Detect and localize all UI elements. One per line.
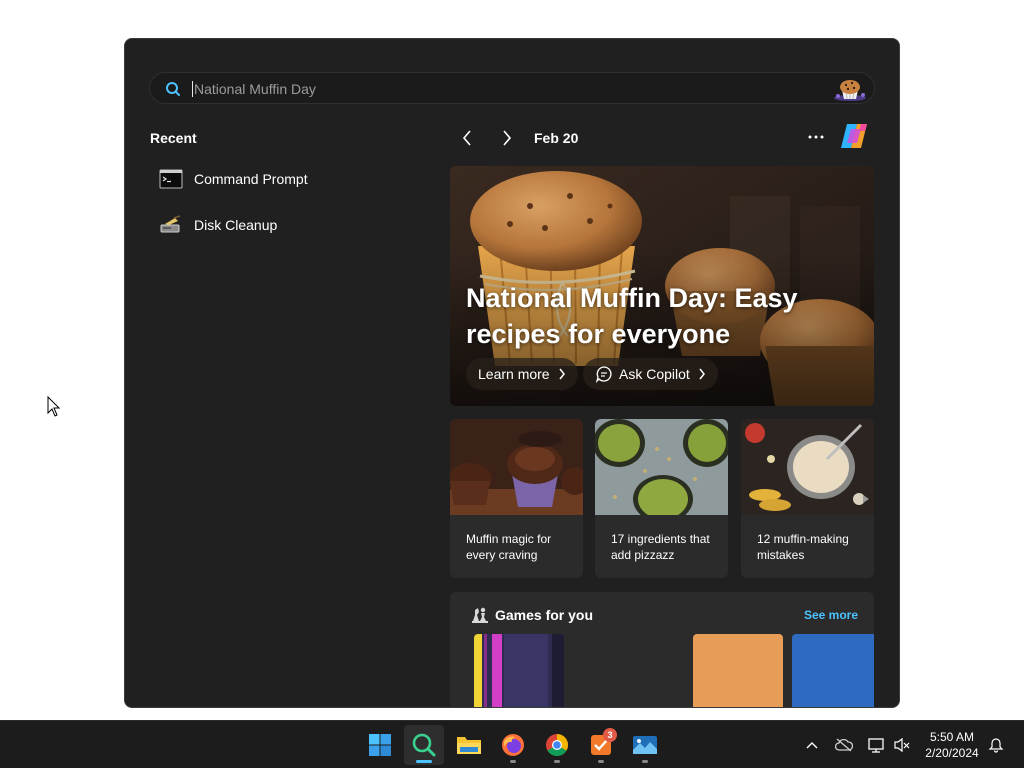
system-clock[interactable]: 5:50 AM 2/20/2024 (920, 729, 984, 761)
mouse-cursor-icon (47, 396, 61, 417)
clock-time: 5:50 AM (929, 730, 975, 744)
active-indicator (416, 760, 432, 763)
chevron-right-icon (699, 368, 705, 380)
recent-heading: Recent (150, 130, 197, 146)
games-scroll-right-button[interactable] (859, 696, 873, 707)
command-prompt-icon (159, 169, 183, 189)
chat-bubble-icon (595, 366, 612, 383)
card-title: 17 ingredients that add pizzazz (611, 532, 710, 562)
search-box[interactable] (149, 72, 875, 104)
cloud-offline-icon (835, 738, 853, 752)
recent-item-label: Disk Cleanup (194, 217, 278, 233)
photos-app-icon (633, 736, 657, 754)
chrome-button[interactable] (537, 725, 577, 765)
onedrive-tray-button[interactable] (834, 735, 854, 755)
chess-pieces-icon (472, 607, 488, 623)
learn-more-button[interactable]: Learn more (466, 358, 578, 390)
windows-logo-icon (369, 734, 391, 756)
games-section: Games for you See more (450, 592, 874, 707)
copilot-icon[interactable] (837, 121, 871, 151)
hero-card[interactable]: National Muffin Day: Easy recipes for ev… (450, 166, 874, 406)
chevron-left-icon (462, 130, 471, 146)
notification-badge: 3 (603, 728, 617, 742)
game-thumbnail-image (474, 634, 564, 707)
running-indicator (598, 760, 604, 763)
next-button[interactable] (496, 127, 518, 149)
firefox-button[interactable] (493, 725, 533, 765)
notifications-button[interactable] (986, 735, 1006, 755)
pistachio-dishes-image (595, 419, 728, 515)
search-icon (166, 82, 180, 96)
taskbar: 3 5:50 AM 2/20/2024 (0, 720, 1024, 768)
running-indicator (554, 760, 560, 763)
start-button[interactable] (360, 725, 400, 765)
baking-ingredients-image (741, 419, 874, 515)
disk-cleanup-icon (160, 215, 181, 233)
bell-icon (988, 738, 1004, 753)
more-dots-icon (808, 135, 824, 139)
card-title: 12 muffin-making mistakes (757, 532, 849, 562)
folder-icon (457, 737, 481, 754)
news-card[interactable]: 17 ingredients that add pizzazz (595, 419, 728, 578)
recent-item-command-prompt[interactable]: Command Prompt (159, 164, 409, 194)
news-card[interactable]: Muffin magic for every craving (450, 419, 583, 578)
show-hidden-icons-button[interactable] (802, 735, 822, 755)
text-caret (192, 81, 193, 97)
volume-tray-button[interactable] (892, 735, 912, 755)
photos-app-button[interactable] (625, 725, 665, 765)
see-more-link[interactable]: See more (804, 608, 858, 622)
file-explorer-button[interactable] (449, 725, 489, 765)
chevron-up-icon (806, 742, 818, 749)
hero-title: National Muffin Day: Easy recipes for ev… (466, 283, 798, 349)
chocolate-muffin-image (450, 419, 583, 515)
ask-copilot-button[interactable]: Ask Copilot (583, 358, 718, 390)
network-monitor-icon (868, 738, 884, 753)
muffin-illustration-icon (834, 80, 866, 101)
game-tile[interactable] (693, 634, 783, 707)
search-flyout: Recent Command Prompt Disk Cleanup Feb 2… (124, 38, 900, 708)
recent-item-label: Command Prompt (194, 171, 308, 187)
more-options-button[interactable] (805, 127, 827, 147)
ask-copilot-label: Ask Copilot (619, 366, 690, 382)
card-title: Muffin magic for every craving (466, 532, 552, 562)
taskbar-search-button[interactable] (404, 725, 444, 765)
caret-right-icon (863, 495, 869, 503)
running-indicator (642, 760, 648, 763)
firefox-icon (502, 734, 524, 756)
search-icon (412, 733, 436, 757)
search-input[interactable] (194, 77, 794, 101)
chevron-right-icon (559, 368, 565, 380)
running-indicator (510, 760, 516, 763)
news-card[interactable]: 12 muffin-making mistakes (741, 419, 874, 578)
clock-date: 2/20/2024 (925, 746, 979, 760)
chrome-icon (546, 734, 568, 756)
previous-button[interactable] (456, 127, 478, 149)
current-date: Feb 20 (534, 130, 579, 146)
cards-scroll-right-button[interactable] (859, 479, 873, 519)
speaker-muted-icon (894, 737, 910, 753)
game-tile[interactable] (474, 634, 564, 707)
task-app-button[interactable]: 3 (581, 725, 621, 765)
recent-item-disk-cleanup[interactable]: Disk Cleanup (159, 210, 409, 240)
games-heading: Games for you (495, 607, 594, 623)
learn-more-label: Learn more (478, 366, 550, 382)
network-tray-button[interactable] (866, 735, 886, 755)
chevron-right-icon (503, 130, 512, 146)
